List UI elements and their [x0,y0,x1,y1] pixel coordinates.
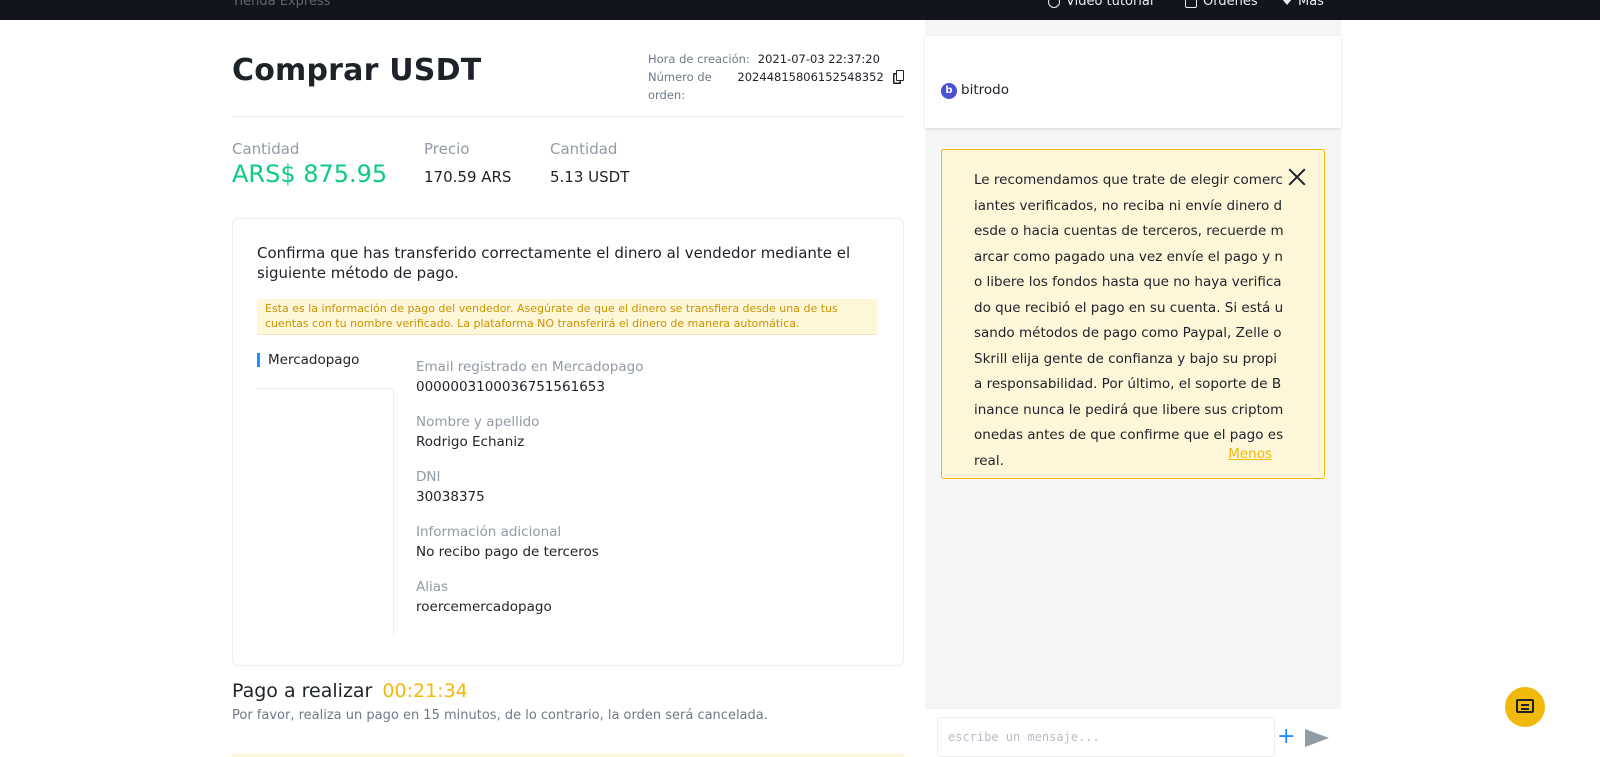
field-value: Rodrigo Echaniz [416,434,525,450]
counterparty-name[interactable]: bitrodo [961,82,1009,98]
payment-due-note: Por favor, realiza un pago en 15 minutos… [232,708,768,723]
stat-quantity-label: Cantidad [550,140,618,158]
field-label: DNI [416,469,441,485]
stat-price: Precio 170.59 ARS [424,140,550,188]
order-number-label: Número de orden: [648,70,712,102]
field-alias: Alias roercemercadopago [416,579,643,634]
nav-orders[interactable]: Órdenes [1185,0,1258,9]
payment-due-label: Pago a realizar [232,680,373,702]
plus-icon[interactable]: + [1277,726,1295,748]
chat-panel: b bitrodo Le recomendamos que trate de e… [925,20,1341,757]
field-label: Información adicional [416,524,562,540]
order-number-value: 20244815806152548352 [737,70,884,84]
payment-due-heading: Pago a realizar 00:21:34 [232,680,768,702]
field-email: Email registrado en Mercadopago 00000031… [416,359,643,414]
created-label: Hora de creación: [648,52,750,66]
avatar: b [941,83,957,99]
stat-quantity-value: 5.13 USDT [550,168,630,186]
page-title: Comprar USDT [232,53,482,88]
order-stats: Cantidad ARS$ 875.95 Precio 170.59 ARS C… [232,140,629,188]
nav-orders-label: Órdenes [1203,0,1258,9]
support-chat-button[interactable] [1505,687,1545,727]
field-value: roercemercadopago [416,599,552,615]
top-navbar: Tienda Express Video tutorial Órdenes Má… [0,0,1600,20]
chat-header: b bitrodo [925,36,1341,128]
payment-card: Confirma que has transferido correctamen… [232,218,904,666]
play-circle-icon [1048,0,1060,8]
order-meta: Hora de creación: 2021-07-03 22:37:20 Nú… [648,50,904,104]
copy-icon[interactable] [895,70,904,81]
nav-more[interactable]: Más [1282,0,1324,9]
payment-fields: Email registrado en Mercadopago 00000031… [416,359,643,634]
field-name: Nombre y apellido Rodrigo Echaniz [416,414,643,469]
created-value: 2021-07-03 22:37:20 [757,52,880,66]
field-value: No recibo pago de terceros [416,544,599,560]
show-less-link[interactable]: Menos [1228,446,1272,462]
field-value: 30038375 [416,489,485,505]
chat-bubble-icon [1516,699,1534,713]
nav-video-tutorial[interactable]: Video tutorial [1048,0,1153,9]
chevron-down-icon [1282,0,1292,5]
stat-amount-label: Cantidad [232,140,300,158]
countdown-timer: 00:21:34 [382,680,468,702]
method-column-divider [393,388,394,635]
payment-instruction: Confirma que has transferido correctamen… [257,244,851,282]
close-icon[interactable] [1288,168,1306,186]
stat-price-value: 170.59 ARS [424,168,512,186]
method-tab-divider [257,388,393,389]
safety-notice-text: Le recomendamos que trate de elegir come… [974,172,1284,469]
payment-due: Pago a realizar 00:21:34 Por favor, real… [232,680,768,723]
field-label: Email registrado en Mercadopago [416,359,644,375]
stat-price-label: Precio [424,140,470,158]
nav-more-label: Más [1298,0,1324,9]
field-label: Alias [416,579,449,595]
nav-video-tutorial-label: Video tutorial [1066,0,1154,9]
chat-message-input[interactable] [937,717,1275,757]
stat-quantity: Cantidad 5.13 USDT [550,140,629,188]
field-additional-info: Información adicional No recibo pago de … [416,524,643,579]
stat-amount-value: ARS$ 875.95 [232,160,388,188]
field-value: 0000003100036751561653 [416,379,605,395]
chat-compose-bar: + [925,709,1341,757]
header-divider [232,116,904,117]
safety-notice: Le recomendamos que trate de elegir come… [941,149,1325,479]
field-label: Nombre y apellido [416,414,540,430]
field-dni: DNI 30038375 [416,469,643,524]
payment-warning: Esta es la información de pago del vende… [257,299,877,335]
stat-amount: Cantidad ARS$ 875.95 [232,140,424,188]
payment-method-tab[interactable]: Mercadopago [257,353,359,367]
document-icon [1185,0,1197,8]
top-nav-left[interactable]: Tienda Express [232,0,331,9]
send-icon[interactable] [1305,729,1329,747]
